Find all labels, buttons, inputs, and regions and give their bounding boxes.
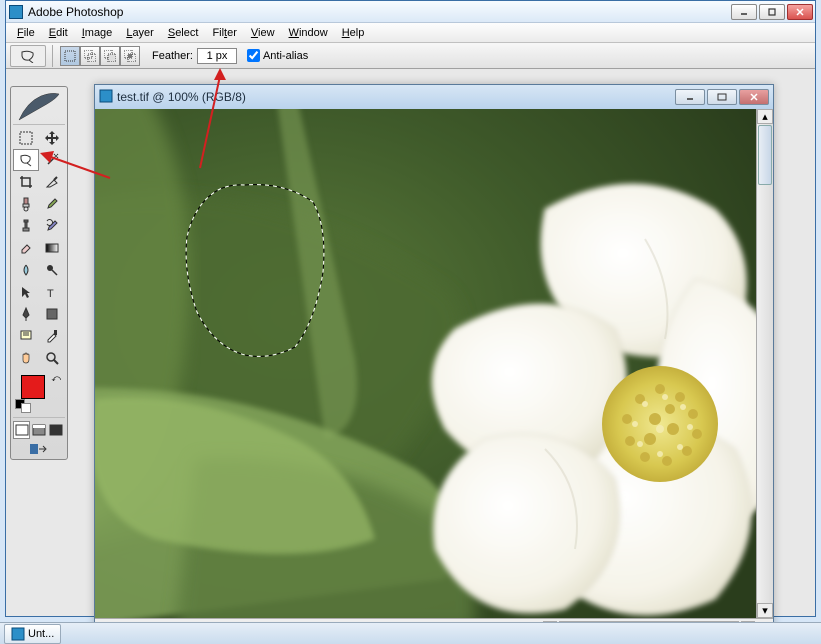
document-canvas[interactable] <box>95 109 756 618</box>
document-title: test.tif @ 100% (RGB/8) <box>117 90 675 104</box>
jump-to-imageready[interactable] <box>13 441 65 457</box>
menu-filter[interactable]: Filter <box>205 25 243 41</box>
selection-intersect[interactable] <box>120 46 140 66</box>
notes-tool[interactable] <box>13 325 39 347</box>
shape-tool[interactable] <box>39 303 65 325</box>
options-bar: Feather: Anti-alias <box>6 43 815 69</box>
anti-alias-checkbox[interactable] <box>247 49 260 62</box>
selection-add[interactable] <box>80 46 100 66</box>
feather-input[interactable] <box>197 48 237 64</box>
close-button[interactable] <box>787 4 813 20</box>
menubar: Filedocument.currentScript.previousEleme… <box>6 23 815 43</box>
color-swatches: ⤺ <box>13 373 65 413</box>
healing-brush-tool[interactable] <box>13 193 39 215</box>
marquee-tool[interactable] <box>13 127 39 149</box>
fullscreen-menubar-mode[interactable] <box>30 421 47 439</box>
anti-alias-label: Anti-alias <box>263 50 308 62</box>
os-taskbar: Unt... <box>0 622 821 644</box>
menu-view[interactable]: View <box>244 25 282 41</box>
scroll-thumb[interactable] <box>758 125 772 185</box>
blur-tool[interactable] <box>13 259 39 281</box>
selection-mode-group <box>60 46 140 66</box>
dodge-tool[interactable] <box>39 259 65 281</box>
scroll-down-arrow[interactable]: ▾ <box>757 603 773 618</box>
standard-mode[interactable] <box>13 421 30 439</box>
selection-subtract[interactable] <box>100 46 120 66</box>
clone-stamp-tool[interactable] <box>13 215 39 237</box>
photoshop-icon <box>8 4 24 20</box>
toolbox: T ⤺ <box>10 86 68 460</box>
doc-maximize-button[interactable] <box>707 89 737 105</box>
path-selection-tool[interactable] <box>13 281 39 303</box>
app-titlebar[interactable]: Adobe Photoshop <box>6 1 815 23</box>
default-colors-icon[interactable] <box>15 399 31 413</box>
zoom-tool[interactable] <box>39 347 65 369</box>
type-tool[interactable]: T <box>39 281 65 303</box>
active-tool-indicator[interactable] <box>10 45 46 67</box>
history-brush-tool[interactable] <box>39 215 65 237</box>
document-window: test.tif @ 100% (RGB/8) <box>94 84 774 637</box>
vertical-scrollbar[interactable]: ▴ ▾ <box>756 109 773 618</box>
menu-window[interactable]: Window <box>282 25 335 41</box>
menu-edit[interactable]: Edit <box>42 25 75 41</box>
crop-tool[interactable] <box>13 171 39 193</box>
separator <box>52 45 58 67</box>
gradient-tool[interactable] <box>39 237 65 259</box>
eyedropper-tool[interactable] <box>39 325 65 347</box>
maximize-button[interactable] <box>759 4 785 20</box>
pen-tool[interactable] <box>13 303 39 325</box>
fullscreen-mode[interactable] <box>48 421 65 439</box>
selection-new[interactable] <box>60 46 80 66</box>
doc-close-button[interactable] <box>739 89 769 105</box>
document-titlebar[interactable]: test.tif @ 100% (RGB/8) <box>95 85 773 109</box>
menu-file[interactable]: Filedocument.currentScript.previousEleme… <box>10 25 42 41</box>
menu-select[interactable]: Select <box>161 25 206 41</box>
scroll-up-arrow[interactable]: ▴ <box>757 109 773 124</box>
app-title: Adobe Photoshop <box>28 5 731 19</box>
svg-text:T: T <box>47 288 54 300</box>
swap-colors-icon[interactable]: ⤺ <box>51 373 61 384</box>
taskbar-item[interactable]: Unt... <box>4 624 61 644</box>
canvas-image <box>95 109 756 618</box>
feather-label: Feather: <box>152 50 193 62</box>
brush-tool[interactable] <box>39 193 65 215</box>
move-tool[interactable] <box>39 127 65 149</box>
minimize-button[interactable] <box>731 4 757 20</box>
eraser-tool[interactable] <box>13 237 39 259</box>
magic-wand-tool[interactable] <box>39 149 65 171</box>
document-icon <box>99 89 113 106</box>
menu-layer[interactable]: Layer <box>119 25 161 41</box>
menu-help[interactable]: Help <box>335 25 372 41</box>
foreground-color[interactable] <box>21 375 45 399</box>
slice-tool[interactable] <box>39 171 65 193</box>
menu-image[interactable]: Image <box>75 25 120 41</box>
lasso-tool[interactable] <box>13 149 39 171</box>
toolbox-header <box>13 89 65 125</box>
hand-tool[interactable] <box>13 347 39 369</box>
doc-minimize-button[interactable] <box>675 89 705 105</box>
